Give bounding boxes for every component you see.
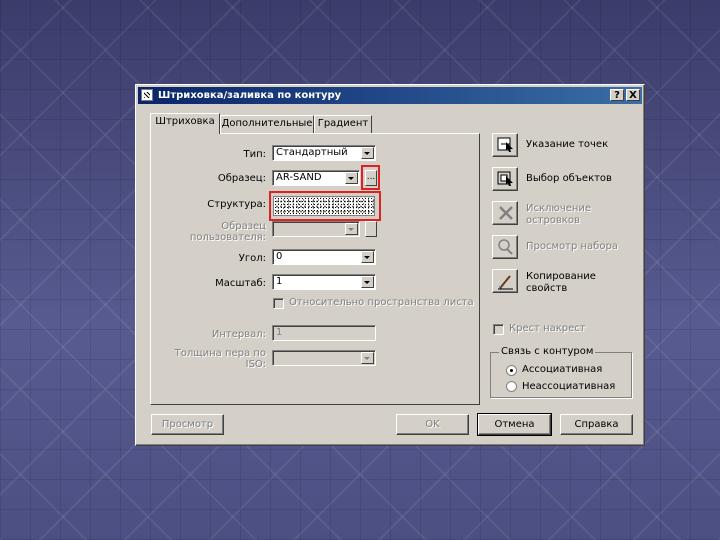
type-value: Стандартный <box>276 147 348 158</box>
inherit-line2: свойств <box>526 283 568 294</box>
preview-button[interactable]: Просмотр <box>151 414 224 435</box>
view-selections-button[interactable] <box>492 235 518 259</box>
spacing-value: 1 <box>276 327 283 338</box>
pick-points-button[interactable] <box>492 133 518 157</box>
chevron-down-icon <box>361 352 374 364</box>
select-objects-button[interactable] <box>492 167 518 191</box>
chevron-down-icon <box>345 223 358 235</box>
composition-title: Связь с контуром <box>499 346 596 357</box>
help-title-button[interactable]: ? <box>610 89 624 101</box>
remove-islands-line2: островков <box>526 215 580 226</box>
window-title: Штриховка/заливка по контуру <box>158 90 342 101</box>
spacing-label: Интервал: <box>211 329 266 340</box>
iso-label: Толщина пера по ISO: <box>166 348 266 370</box>
custom-pattern-label: Образец пользователя: <box>176 221 266 243</box>
type-label: Тип: <box>243 149 266 160</box>
iso-select[interactable] <box>272 350 376 366</box>
double-checkbox[interactable] <box>493 324 504 335</box>
ok-button[interactable]: OK <box>396 414 469 435</box>
inherit-properties-label: Копирование свойств <box>526 271 596 295</box>
angle-value: 0 <box>276 251 283 262</box>
chevron-down-icon[interactable] <box>345 172 358 184</box>
scale-select[interactable]: 1 <box>272 274 376 290</box>
remove-islands-icon <box>499 206 513 220</box>
relative-checkbox[interactable] <box>273 298 284 309</box>
tab-advanced[interactable]: Дополнительные <box>220 115 314 133</box>
select-objects-label: Выбор объектов <box>526 173 612 184</box>
hatch-dialog: Штриховка/заливка по контуру ? X Штрихов… <box>135 84 645 446</box>
custom-pattern-select[interactable] <box>272 221 360 237</box>
nonassociative-label: Неассоциативная <box>522 381 616 392</box>
chevron-down-icon[interactable] <box>361 276 374 288</box>
pattern-label: Образец: <box>217 173 266 184</box>
chevron-down-icon[interactable] <box>361 251 374 263</box>
help-button[interactable]: Справка <box>560 414 633 435</box>
inherit-properties-button[interactable] <box>492 269 518 293</box>
hatch-app-icon <box>141 89 153 101</box>
highlight-browse <box>361 165 380 190</box>
spacing-input[interactable]: 1 <box>272 325 376 341</box>
iso-label-line2: ISO: <box>245 359 266 370</box>
iso-label-line1: Толщина пера по <box>174 348 266 359</box>
pattern-value: AR-SAND <box>276 172 322 183</box>
custom-label-line1: Образец <box>221 221 266 232</box>
pattern-select[interactable]: AR-SAND <box>272 170 360 186</box>
brush-icon <box>498 275 513 290</box>
scale-value: 1 <box>276 276 283 287</box>
relative-label: Относительно пространства листа <box>289 297 474 308</box>
angle-select[interactable]: 0 <box>272 249 376 265</box>
associative-radio[interactable] <box>506 365 517 376</box>
select-objects-icon <box>497 171 513 186</box>
double-label: Крест накрест <box>509 323 586 334</box>
tab-gradient[interactable]: Градиент <box>314 115 372 133</box>
pick-points-icon <box>497 137 513 152</box>
tab-hatch[interactable]: Штриховка <box>150 113 220 134</box>
angle-label: Угол: <box>238 253 266 264</box>
scale-label: Масштаб: <box>215 278 266 289</box>
remove-islands-button[interactable] <box>492 201 518 225</box>
remove-islands-label: Исключение островков <box>526 203 591 227</box>
custom-label-line2: пользователя: <box>189 232 266 243</box>
cancel-button[interactable]: Отмена <box>477 413 552 436</box>
type-select[interactable]: Стандартный <box>272 145 376 161</box>
view-selections-label: Просмотр набора <box>526 241 618 252</box>
magnifier-icon <box>498 239 513 255</box>
associative-label: Ассоциативная <box>522 364 603 375</box>
highlight-swatch <box>269 191 381 221</box>
pick-points-label: Указание точек <box>526 139 609 150</box>
swatch-label: Структура: <box>207 199 266 210</box>
nonassociative-radio[interactable] <box>506 381 517 392</box>
remove-islands-line1: Исключение <box>526 203 592 214</box>
chevron-down-icon[interactable] <box>361 147 374 159</box>
inherit-line1: Копирование <box>526 271 596 282</box>
custom-browse-button[interactable] <box>365 221 377 237</box>
close-button[interactable]: X <box>626 89 640 101</box>
title-bar[interactable]: Штриховка/заливка по контуру ? X <box>138 87 642 104</box>
